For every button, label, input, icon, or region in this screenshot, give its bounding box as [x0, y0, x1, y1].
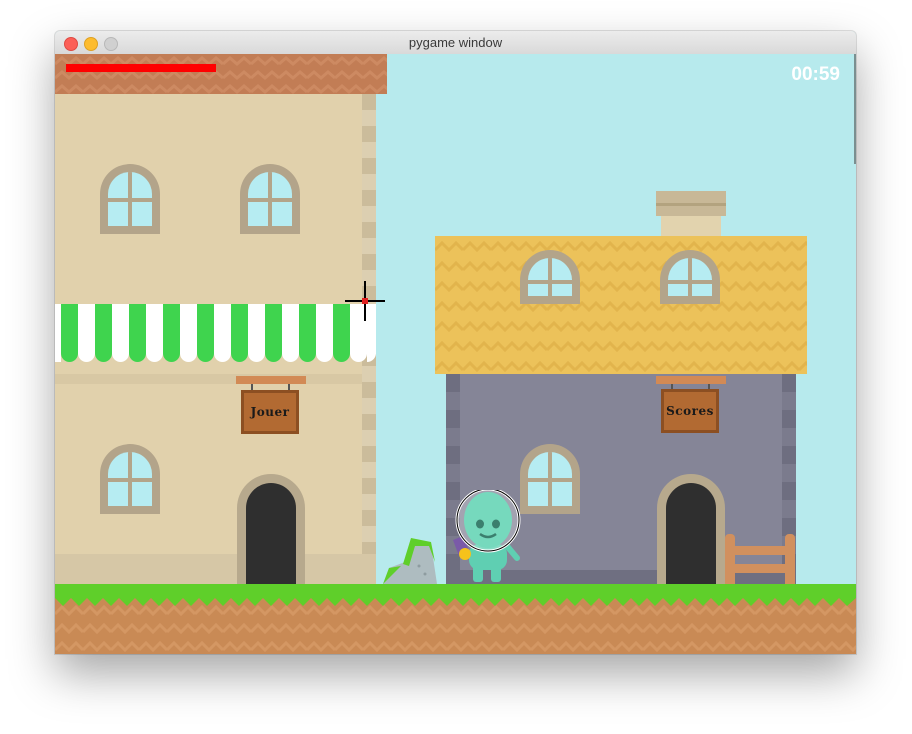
right-door-frame	[657, 474, 725, 584]
play-sign[interactable]: Jouer	[241, 390, 299, 434]
chimney-base	[661, 216, 721, 236]
green-awning	[55, 304, 376, 366]
play-sign-bracket	[236, 376, 306, 384]
title-bar: pygame window	[55, 31, 856, 55]
left-roof	[55, 54, 387, 94]
app-window: pygame window Jouer Scores 00:59	[55, 31, 856, 654]
wooden-fence	[725, 534, 797, 584]
roof-window-right	[660, 250, 720, 304]
timer: 00:59	[791, 64, 840, 85]
alien-astronaut-icon[interactable]	[451, 490, 525, 584]
roof-window-left	[520, 250, 580, 304]
yellow-roof	[435, 236, 807, 374]
game-canvas[interactable]: Jouer Scores 00:59	[55, 54, 856, 654]
health-bar-fill	[66, 64, 216, 72]
ground	[55, 584, 856, 654]
health-bar-track	[66, 64, 216, 72]
scores-sign-bracket	[656, 376, 726, 384]
window-upper-left	[100, 164, 160, 234]
window-upper-right	[240, 164, 300, 234]
window-lower-left	[100, 444, 160, 514]
scores-sign[interactable]: Scores	[661, 389, 719, 433]
crosshair-icon	[344, 280, 386, 322]
window-right-building	[520, 444, 580, 514]
left-building-base	[55, 554, 376, 584]
left-building-ledge	[55, 374, 362, 384]
left-door-frame	[237, 474, 305, 584]
window-title: pygame window	[408, 35, 503, 50]
right-door[interactable]	[666, 483, 716, 584]
left-door[interactable]	[246, 483, 296, 584]
chimney-top	[656, 191, 726, 216]
mossy-rock	[381, 536, 439, 584]
canvas-edge	[854, 54, 856, 164]
